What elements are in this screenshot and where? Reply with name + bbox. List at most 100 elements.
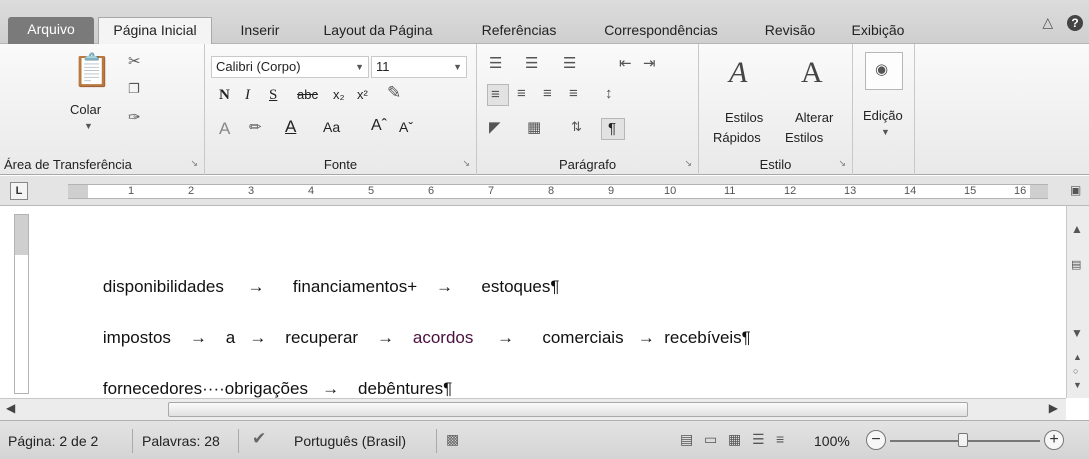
scroll-right-icon[interactable]: ▶ xyxy=(1049,401,1058,415)
paragraph-group: ☰ ☰ ☰ ⇤ ⇥ ≡ ≡ ≡ ≡ ↕ ◤ ▦ ⇅ ¶ Parágrafo ↘ xyxy=(477,44,699,175)
font-name-dropdown[interactable]: Calibri (Corpo) ▼ xyxy=(211,56,369,78)
grow-font-icon[interactable]: Aˆ xyxy=(371,118,387,134)
tab-view[interactable]: Exibição xyxy=(838,18,918,44)
show-marks-button[interactable]: ¶ xyxy=(601,118,625,140)
change-styles-icon[interactable]: A xyxy=(801,58,823,88)
tab-selector[interactable]: L xyxy=(10,182,28,200)
multilevel-list-icon[interactable]: ☰ xyxy=(563,56,576,71)
ruler-tick: 8 xyxy=(548,185,555,197)
word: impostos xyxy=(102,328,171,347)
tab-file[interactable]: Arquivo xyxy=(8,17,94,44)
tab-references[interactable]: Referências xyxy=(466,18,572,44)
proofing-icon[interactable]: ✔ xyxy=(252,429,266,449)
justify-icon[interactable]: ≡ xyxy=(569,86,578,101)
ruler-tick: 11 xyxy=(724,185,736,197)
draft-icon[interactable]: ≡ xyxy=(776,431,784,447)
decrease-indent-icon[interactable]: ⇤ xyxy=(619,56,632,71)
underline-icon[interactable]: S xyxy=(269,88,277,103)
vertical-ruler[interactable] xyxy=(14,214,29,394)
align-right-icon[interactable]: ≡ xyxy=(543,86,552,101)
tab-page-layout[interactable]: Layout da Página xyxy=(308,18,448,44)
scroll-down-icon[interactable]: ▼ xyxy=(1071,326,1083,340)
tab-home[interactable]: Página Inicial xyxy=(98,17,212,44)
horizontal-scroll-thumb[interactable] xyxy=(168,402,968,417)
tab-insert[interactable]: Inserir xyxy=(228,18,292,44)
highlight-icon[interactable]: ✏ xyxy=(249,120,262,135)
tab-mailings[interactable]: Correspondências xyxy=(586,18,736,44)
line-spacing-icon[interactable]: ↕ xyxy=(605,86,613,101)
zoom-out-icon[interactable]: − xyxy=(866,430,886,450)
clear-formatting-icon[interactable]: ✎ xyxy=(387,84,401,101)
print-layout-icon[interactable]: ▤ xyxy=(680,431,693,448)
zoom-in-icon[interactable]: + xyxy=(1044,430,1064,450)
borders-icon[interactable]: ▦ xyxy=(527,120,541,135)
language-indicator[interactable]: Português (Brasil) xyxy=(294,433,406,449)
horizontal-scrollbar[interactable]: ◀ ▶ xyxy=(0,398,1066,420)
outline-icon[interactable]: ☰ xyxy=(752,431,765,448)
document-page[interactable]: disponibilidades → financiamentos+ → est… xyxy=(32,207,1062,398)
change-case-icon[interactable]: Aa xyxy=(323,120,340,134)
ruler-tick: 10 xyxy=(664,185,677,197)
editing-dropdown-icon[interactable]: ▼ xyxy=(881,128,890,137)
ribbon: 📋 Colar ▼ ✂ ❐ ✑ Área de Transferência ↘ … xyxy=(0,44,1089,175)
tab-review[interactable]: Revisão xyxy=(750,18,830,44)
scroll-thumb-icon[interactable]: ▤ xyxy=(1071,258,1081,271)
bold-icon[interactable]: N xyxy=(219,88,230,103)
minimize-ribbon-icon[interactable]: △ xyxy=(1042,14,1053,31)
scroll-up-icon[interactable]: ▲ xyxy=(1071,222,1083,236)
strikethrough-icon[interactable]: abc xyxy=(297,88,318,101)
page-count[interactable]: Página: 2 de 2 xyxy=(8,433,98,449)
shading-icon[interactable]: ◤ xyxy=(489,120,501,135)
help-icon[interactable]: ? xyxy=(1067,15,1083,31)
word-count[interactable]: Palavras: 28 xyxy=(142,433,220,449)
font-name-value: Calibri (Corpo) xyxy=(216,59,301,74)
cut-icon[interactable]: ✂ xyxy=(128,54,141,69)
format-painter-icon[interactable]: ✑ xyxy=(128,110,141,125)
zoom-slider-thumb[interactable] xyxy=(958,433,968,447)
editing-button[interactable]: ◉ xyxy=(865,52,903,90)
font-group-label: Fonte xyxy=(323,157,358,172)
previous-page-icon[interactable]: ▲ xyxy=(1073,352,1082,362)
paragraph-group-label: Parágrafo xyxy=(558,157,617,172)
vertical-scrollbar[interactable]: ▲ ▤ ▼ ▲ ○ ▼ xyxy=(1066,206,1089,398)
numbering-icon[interactable]: ☰ xyxy=(525,56,538,71)
scroll-left-icon[interactable]: ◀ xyxy=(6,401,15,415)
quick-styles-label-2[interactable]: Rápidos xyxy=(713,130,761,145)
increase-indent-icon[interactable]: ⇥ xyxy=(643,56,656,71)
change-styles-label-2[interactable]: Estilos xyxy=(785,130,823,145)
browse-object-icon[interactable]: ○ xyxy=(1073,366,1078,376)
zoom-level[interactable]: 100% xyxy=(814,433,850,449)
paragraph-launcher-icon[interactable]: ↘ xyxy=(684,158,692,169)
font-color-icon[interactable]: A xyxy=(285,118,296,135)
font-size-dropdown[interactable]: 11 ▼ xyxy=(371,56,467,78)
quick-styles-icon[interactable]: A xyxy=(729,58,747,88)
full-screen-reading-icon[interactable]: ▭ xyxy=(704,431,717,448)
change-styles-label-1[interactable]: Alterar xyxy=(795,110,833,125)
ruler-strip[interactable]: 1 2 3 4 5 6 7 8 9 10 11 12 13 14 15 16 xyxy=(68,184,1048,199)
italic-icon[interactable]: I xyxy=(245,88,250,103)
subscript-icon[interactable]: x₂ xyxy=(333,88,345,101)
font-launcher-icon[interactable]: ↘ xyxy=(462,158,470,169)
editing-label[interactable]: Edição xyxy=(863,108,903,123)
web-layout-icon[interactable]: ▦ xyxy=(728,431,741,448)
copy-icon[interactable]: ❐ xyxy=(128,82,140,95)
sort-icon[interactable]: ⇅ xyxy=(571,120,582,133)
quick-styles-label-1[interactable]: Estilos xyxy=(725,110,763,125)
bullets-icon[interactable]: ☰ xyxy=(489,56,502,71)
styles-launcher-icon[interactable]: ↘ xyxy=(838,158,846,169)
paste-label[interactable]: Colar xyxy=(70,102,101,117)
shrink-font-icon[interactable]: Aˇ xyxy=(399,120,413,134)
paste-dropdown-icon[interactable]: ▼ xyxy=(84,122,93,131)
superscript-icon[interactable]: x² xyxy=(357,88,368,101)
align-center-icon[interactable]: ≡ xyxy=(517,86,526,101)
ruler-tick: 14 xyxy=(904,185,917,197)
clipboard-launcher-icon[interactable]: ↘ xyxy=(190,158,198,169)
view-ruler-icon[interactable]: ▣ xyxy=(1070,184,1081,196)
font-size-value: 11 xyxy=(376,59,390,74)
word: financiamentos+ xyxy=(292,277,418,296)
macro-record-icon[interactable]: ▩ xyxy=(446,431,459,448)
text-effects-icon[interactable]: A xyxy=(219,120,230,137)
next-page-icon[interactable]: ▼ xyxy=(1073,380,1082,390)
paste-icon[interactable]: 📋 xyxy=(72,54,112,86)
align-left-button[interactable]: ≡ xyxy=(487,84,509,106)
